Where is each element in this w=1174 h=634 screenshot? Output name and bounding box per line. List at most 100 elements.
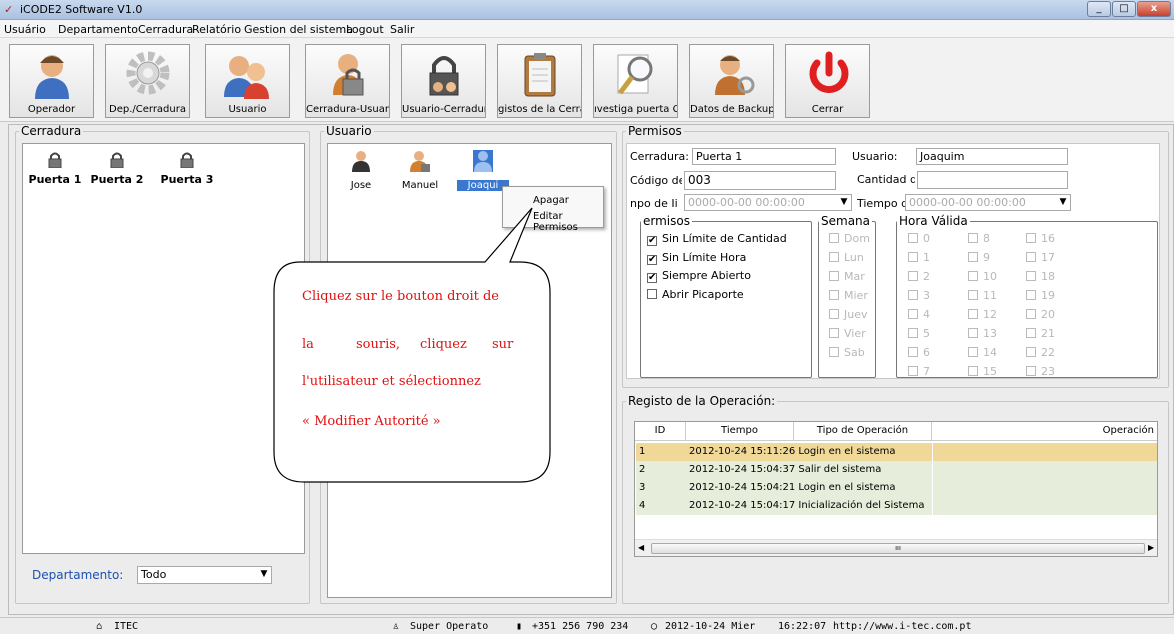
minimize-button[interactable]: _ xyxy=(1087,1,1111,17)
option-sin-limite-hora[interactable]: ✔ Sin Límite Hora xyxy=(647,251,746,265)
hora-option[interactable]: 17 xyxy=(1026,251,1055,264)
semana-option[interactable]: Sab xyxy=(829,346,865,359)
hora-option[interactable]: 7 xyxy=(908,365,930,378)
checkbox-disabled[interactable] xyxy=(968,366,978,376)
hora-option[interactable]: 18 xyxy=(1026,270,1055,283)
checkbox-disabled[interactable] xyxy=(1026,290,1036,300)
scroll-right-icon[interactable]: ▶ xyxy=(1148,543,1154,552)
semana-option[interactable]: Lun xyxy=(829,251,864,264)
scroll-left-icon[interactable]: ◀ xyxy=(638,543,644,552)
checkbox-checked[interactable]: ✔ xyxy=(647,273,657,283)
usuario-cerradura-button[interactable]: Usuario-Cerradura xyxy=(401,44,486,118)
checkbox-disabled[interactable] xyxy=(829,309,839,319)
column-header-tipo[interactable]: Tipo de Operación xyxy=(794,422,932,441)
horizontal-scrollbar[interactable]: ◀ ııı ▶ xyxy=(635,539,1157,556)
table-row[interactable]: 4 2012-10-24 15:04:17 Inicialización del … xyxy=(636,497,1157,515)
operador-button[interactable]: Operador xyxy=(9,44,94,118)
usuario-button[interactable]: Usuario xyxy=(205,44,290,118)
table-row[interactable]: 3 2012-10-24 15:04:21 Login en el sistema xyxy=(636,479,1157,497)
checkbox-disabled[interactable] xyxy=(1026,366,1036,376)
checkbox-disabled[interactable] xyxy=(908,271,918,281)
hora-option[interactable]: 21 xyxy=(1026,327,1055,340)
investiga-puerta-button[interactable]: ıvestiga puerta CO xyxy=(593,44,678,118)
departamento-select[interactable]: Todo ▼ xyxy=(137,566,272,584)
registos-cerradura-button[interactable]: gistos de la Cerrad xyxy=(497,44,582,118)
option-siempre-abierto[interactable]: ✔ Siempre Abierto xyxy=(647,269,751,283)
checkbox-disabled[interactable] xyxy=(829,347,839,357)
checkbox-disabled[interactable] xyxy=(1026,233,1036,243)
lock-item[interactable]: Puerta 2 xyxy=(87,152,147,186)
menu-item-usuario[interactable]: Usuário xyxy=(4,23,46,36)
checkbox-disabled[interactable] xyxy=(829,271,839,281)
cerradura-usuario-button[interactable]: Cerradura-Usuario xyxy=(305,44,390,118)
menu-item-gestion[interactable]: Gestion del sistema xyxy=(244,23,353,36)
hora-option[interactable]: 16 xyxy=(1026,232,1055,245)
lock-item[interactable]: Puerta 1 xyxy=(25,152,85,186)
checkbox-disabled[interactable] xyxy=(829,328,839,338)
hora-option[interactable]: 22 xyxy=(1026,346,1055,359)
tiempo-inicio-field[interactable]: 0000-00-00 00:00:00 ▼ xyxy=(684,194,852,211)
column-header-id[interactable]: ID xyxy=(635,422,686,441)
tiempo-fin-field[interactable]: 0000-00-00 00:00:00 ▼ xyxy=(905,194,1071,211)
hora-option[interactable]: 13 xyxy=(968,327,997,340)
chevron-down-icon[interactable]: ▼ xyxy=(837,195,851,210)
checkbox-disabled[interactable] xyxy=(1026,328,1036,338)
hora-option[interactable]: 20 xyxy=(1026,308,1055,321)
hora-option[interactable]: 19 xyxy=(1026,289,1055,302)
semana-option[interactable]: Juev xyxy=(829,308,868,321)
checkbox-disabled[interactable] xyxy=(908,328,918,338)
checkbox-disabled[interactable] xyxy=(1026,347,1036,357)
checkbox-disabled[interactable] xyxy=(829,233,839,243)
hora-option[interactable]: 23 xyxy=(1026,365,1055,378)
checkbox-disabled[interactable] xyxy=(968,252,978,262)
checkbox-disabled[interactable] xyxy=(968,271,978,281)
semana-option[interactable]: Mar xyxy=(829,270,865,283)
lock-item[interactable]: Puerta 3 xyxy=(157,152,217,186)
cerradura-field[interactable]: Puerta 1 xyxy=(692,148,836,165)
checkbox-disabled[interactable] xyxy=(908,347,918,357)
menu-item-logout[interactable]: Logout xyxy=(346,23,384,36)
close-button[interactable]: x xyxy=(1137,1,1171,17)
checkbox-disabled[interactable] xyxy=(1026,252,1036,262)
checkbox-disabled[interactable] xyxy=(908,290,918,300)
option-abrir-picaporte[interactable]: Abrir Picaporte xyxy=(647,288,744,301)
hora-option[interactable]: 5 xyxy=(908,327,930,340)
checkbox-checked[interactable]: ✔ xyxy=(647,236,657,246)
datos-backup-button[interactable]: Datos de Backup xyxy=(689,44,774,118)
checkbox-disabled[interactable] xyxy=(908,309,918,319)
hora-option[interactable]: 0 xyxy=(908,232,930,245)
user-item[interactable]: Manuel xyxy=(392,150,448,191)
checkbox-checked[interactable]: ✔ xyxy=(647,255,657,265)
hora-option[interactable]: 1 xyxy=(908,251,930,264)
checkbox-disabled[interactable] xyxy=(908,366,918,376)
hora-option[interactable]: 11 xyxy=(968,289,997,302)
hora-option[interactable]: 10 xyxy=(968,270,997,283)
hora-option[interactable]: 4 xyxy=(908,308,930,321)
chevron-down-icon[interactable]: ▼ xyxy=(257,567,271,582)
hora-option[interactable]: 9 xyxy=(968,251,990,264)
table-row[interactable]: 2 2012-10-24 15:04:37 Salir del sistema xyxy=(636,461,1157,479)
checkbox-disabled[interactable] xyxy=(829,252,839,262)
menu-item-salir[interactable]: Salir xyxy=(390,23,414,36)
hora-option[interactable]: 3 xyxy=(908,289,930,302)
checkbox-disabled[interactable] xyxy=(908,252,918,262)
semana-option[interactable]: Mier xyxy=(829,289,868,302)
usuario-field[interactable]: Joaquim xyxy=(916,148,1068,165)
user-item[interactable]: Jose xyxy=(333,150,389,191)
semana-option[interactable]: Dom xyxy=(829,232,870,245)
menu-item-relatorio[interactable]: Relatório xyxy=(192,23,241,36)
cerrar-button[interactable]: Cerrar xyxy=(785,44,870,118)
menu-item-departamento[interactable]: Departamento xyxy=(58,23,138,36)
maximize-button[interactable]: □ xyxy=(1112,1,1136,17)
hora-option[interactable]: 14 xyxy=(968,346,997,359)
checkbox-disabled[interactable] xyxy=(968,328,978,338)
dep-cerradura-button[interactable]: Dep./Cerradura xyxy=(105,44,190,118)
scroll-thumb[interactable]: ııı xyxy=(651,543,1145,554)
column-header-tiempo[interactable]: Tiempo xyxy=(686,422,794,441)
column-header-operacion[interactable]: Operación xyxy=(932,422,1157,441)
hora-option[interactable]: 6 xyxy=(908,346,930,359)
checkbox-unchecked[interactable] xyxy=(647,289,657,299)
checkbox-disabled[interactable] xyxy=(1026,271,1036,281)
user-item-selected[interactable]: Joaqui xyxy=(455,150,511,191)
checkbox-disabled[interactable] xyxy=(968,233,978,243)
